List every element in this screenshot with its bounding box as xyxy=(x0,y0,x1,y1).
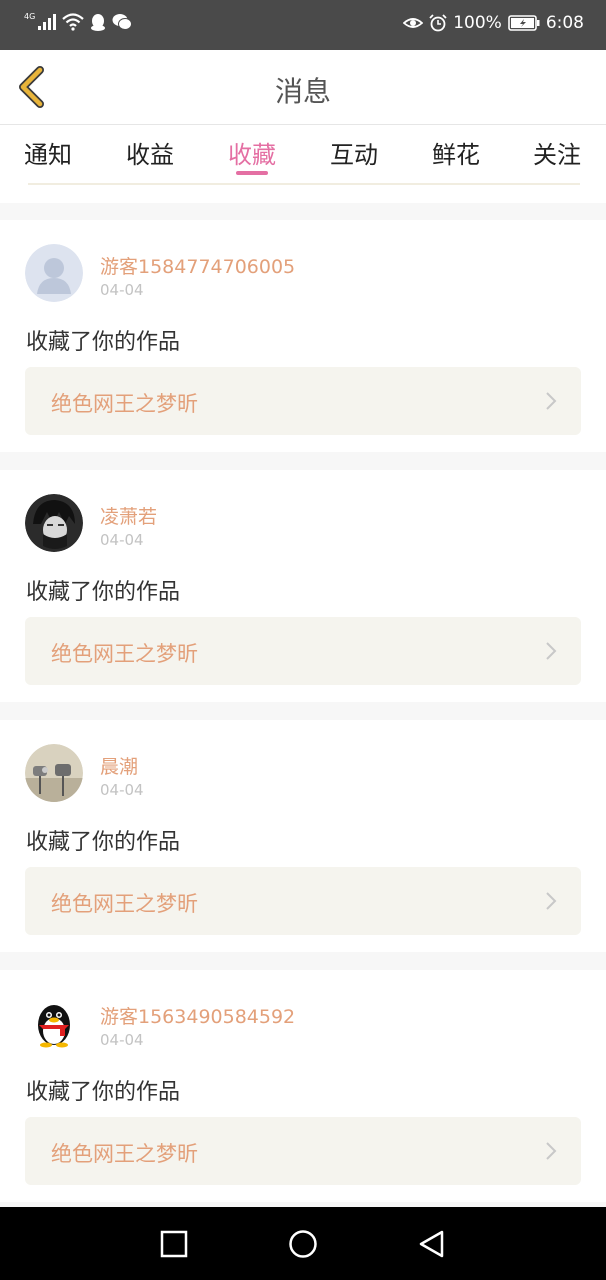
message-card: 游客1563490584592 04-04 收藏了你的作品 绝色网王之梦昕 xyxy=(0,970,606,1202)
tab-favorites[interactable]: 收藏 xyxy=(228,135,276,170)
qq-penguin-avatar-icon xyxy=(25,994,83,1052)
recents-button[interactable] xyxy=(159,1229,189,1259)
eye-protection-icon xyxy=(403,15,424,31)
chevron-right-icon xyxy=(546,642,557,660)
username[interactable]: 晨潮 xyxy=(100,752,138,779)
home-circle-icon xyxy=(289,1230,317,1258)
avatar[interactable] xyxy=(25,494,83,552)
work-title: 绝色网王之梦昕 xyxy=(51,642,198,666)
wechat-notification-icon xyxy=(112,13,133,31)
action-text: 收藏了你的作品 xyxy=(26,580,181,605)
qq-notification-icon xyxy=(90,13,106,31)
system-nav-bar xyxy=(0,1207,606,1280)
battery-icon xyxy=(508,15,540,31)
message-date: 04-04 xyxy=(100,531,144,549)
home-button[interactable] xyxy=(288,1229,318,1259)
active-tab-indicator xyxy=(236,171,268,175)
username[interactable]: 凌萧若 xyxy=(100,502,157,529)
message-date: 04-04 xyxy=(100,281,144,299)
avatar[interactable] xyxy=(25,744,83,802)
tab-bar: 通知 收益 收藏 互动 鲜花 关注 xyxy=(0,125,606,203)
avatar[interactable] xyxy=(25,244,83,302)
message-card: 凌萧若 04-04 收藏了你的作品 绝色网王之梦昕 xyxy=(0,470,606,702)
work-link[interactable]: 绝色网王之梦昕 xyxy=(25,367,581,435)
status-left: 4G xyxy=(24,11,133,31)
recents-square-icon xyxy=(160,1230,188,1258)
system-back-button[interactable] xyxy=(417,1229,447,1259)
tabs-divider xyxy=(28,183,580,185)
work-title: 绝色网王之梦昕 xyxy=(51,1142,198,1166)
alarm-icon xyxy=(429,14,447,32)
chevron-right-icon xyxy=(546,392,557,410)
action-text: 收藏了你的作品 xyxy=(26,330,181,355)
header: 消息 xyxy=(0,50,606,125)
work-link[interactable]: 绝色网王之梦昕 xyxy=(25,867,581,935)
tab-interactions[interactable]: 互动 xyxy=(330,135,378,170)
avatar[interactable] xyxy=(25,994,83,1052)
chevron-right-icon xyxy=(546,1142,557,1160)
username[interactable]: 游客1563490584592 xyxy=(100,1002,295,1029)
signal-icon xyxy=(38,14,57,30)
tab-follows[interactable]: 关注 xyxy=(533,135,581,170)
tab-flowers[interactable]: 鲜花 xyxy=(432,135,480,170)
clock-time: 6:08 xyxy=(545,13,584,33)
back-triangle-icon xyxy=(419,1230,444,1258)
network-type: 4G xyxy=(24,11,36,21)
work-link[interactable]: 绝色网王之梦昕 xyxy=(25,617,581,685)
tab-earnings[interactable]: 收益 xyxy=(126,135,174,170)
photo-avatar-icon xyxy=(25,744,83,802)
action-text: 收藏了你的作品 xyxy=(26,830,181,855)
page-title: 消息 xyxy=(274,75,331,108)
work-link[interactable]: 绝色网王之梦昕 xyxy=(25,1117,581,1185)
tab-notifications[interactable]: 通知 xyxy=(24,135,72,170)
action-text: 收藏了你的作品 xyxy=(26,1080,181,1105)
anime-boy-avatar-icon xyxy=(25,494,83,552)
wifi-icon xyxy=(62,13,85,31)
message-card: 游客1584774706005 04-04 收藏了你的作品 绝色网王之梦昕 xyxy=(0,220,606,452)
message-card: 晨潮 04-04 收藏了你的作品 绝色网王之梦昕 xyxy=(0,720,606,952)
status-bar: 4G 100% 6:08 xyxy=(0,0,606,50)
chevron-right-icon xyxy=(546,892,557,910)
battery-percent: 100% xyxy=(453,13,502,33)
work-title: 绝色网王之梦昕 xyxy=(51,392,198,416)
status-right: 100% 6:08 xyxy=(403,13,584,33)
message-date: 04-04 xyxy=(100,781,144,799)
work-title: 绝色网王之梦昕 xyxy=(51,892,198,916)
message-date: 04-04 xyxy=(100,1031,144,1049)
username[interactable]: 游客1584774706005 xyxy=(100,252,295,279)
default-user-avatar-icon xyxy=(25,244,83,302)
